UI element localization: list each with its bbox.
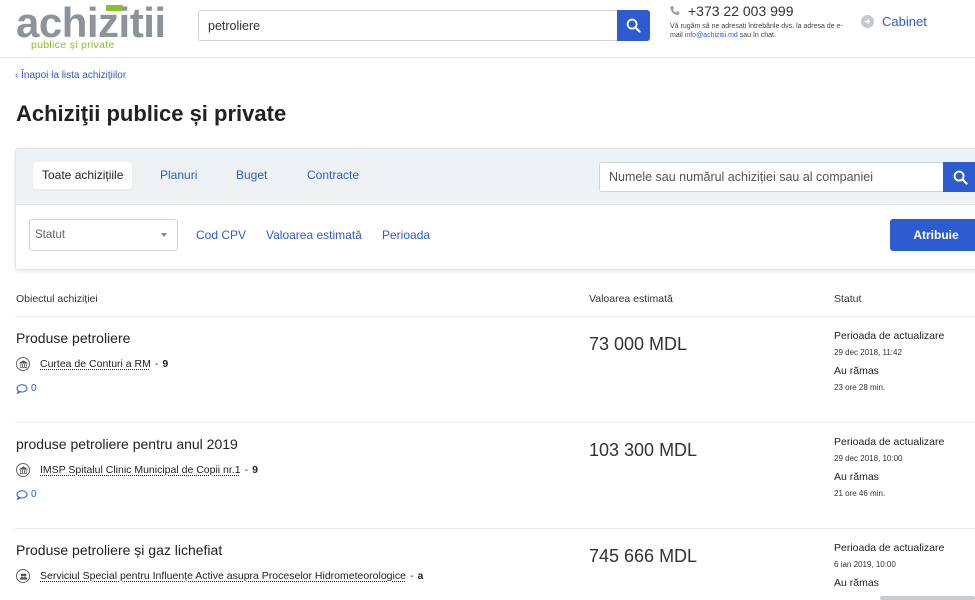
estimated-value: 745 666 MDL — [589, 546, 698, 566]
institution-icon — [16, 463, 30, 477]
estimated-value: 73 000 MDL — [589, 334, 688, 354]
contact-note-text-end: sau în chat. — [737, 32, 776, 39]
status-select-value: Statut — [35, 229, 66, 241]
procurement-row: produse petroliere pentru anul 2019 IMSP… — [0, 423, 975, 529]
scrollbar-thumb[interactable] — [880, 596, 975, 600]
contact-note: Vă rugăm să ne adresați întrebările dvs.… — [670, 22, 855, 40]
column-header-value: Valoarea estimată — [589, 293, 673, 305]
site-header: achizitii publice și private +373 22 003… — [0, 0, 975, 58]
apply-filters-button[interactable]: Atribuie — [890, 219, 975, 251]
caret-down-icon — [161, 233, 167, 237]
remaining-label: Au rămas — [834, 577, 879, 589]
procurement-search-button[interactable] — [943, 162, 975, 192]
logo-accent-bar — [106, 5, 123, 11]
status-label: Perioada de actualizare — [834, 542, 945, 554]
comments-link[interactable]: 0 — [16, 383, 37, 394]
estimated-value: 103 300 MDL — [589, 440, 698, 460]
organization-count: a — [417, 570, 424, 582]
organization-count: 9 — [162, 358, 169, 370]
users-icon — [16, 569, 30, 583]
global-search-button[interactable] — [617, 10, 650, 41]
tab-plans[interactable]: Planuri — [160, 162, 197, 189]
status-label: Perioada de actualizare — [834, 330, 945, 342]
procurement-organization: Curtea de Conturi a RM - 9 — [16, 357, 168, 371]
status-select[interactable]: Statut — [29, 219, 178, 251]
comments-link[interactable]: 0 — [16, 489, 37, 500]
global-search-field[interactable] — [198, 10, 618, 41]
filter-period[interactable]: Perioada — [382, 228, 430, 242]
organization-count: 9 — [252, 464, 258, 476]
page-title: Achiziţii publice și private — [16, 101, 287, 126]
procurement-organization: IMSP Spitalul Clinic Municipal de Copii … — [16, 463, 258, 477]
tab-budget[interactable]: Buget — [236, 162, 267, 189]
status-label: Perioada de actualizare — [834, 436, 945, 448]
remaining-label: Au rămas — [834, 471, 879, 483]
institution-icon — [16, 357, 30, 371]
remaining-time: 23 ore 28 min. — [834, 383, 886, 392]
comment-icon — [16, 489, 28, 500]
status-block: Perioada de actualizare 29 dec 2018, 11:… — [834, 330, 975, 392]
procurement-title-link[interactable]: Produse petroliere — [16, 330, 130, 346]
logo-tagline: publice și private — [31, 39, 115, 51]
procurement-search-input[interactable] — [600, 163, 944, 191]
tab-all-procurements[interactable]: Toate achizițiile — [33, 162, 133, 189]
column-header-status: Statut — [834, 293, 862, 305]
procurement-organization: Serviciul Special pentru Influențe Activ… — [16, 569, 423, 583]
search-icon — [626, 18, 641, 33]
organization-separator: - — [154, 358, 159, 370]
status-date: 29 dec 2018, 10:00 — [834, 454, 903, 463]
organization-separator: - — [244, 464, 249, 476]
cabinet-label: Cabinet — [882, 14, 927, 29]
procurement-title-link[interactable]: Produse petroliere și gaz lichefiat — [16, 542, 222, 558]
arrow-right-circle-icon — [861, 15, 874, 28]
status-date: 6 ian 2019, 10:00 — [834, 560, 896, 569]
filter-panel: Toate achizițiile Planuri Buget Contract… — [15, 148, 975, 270]
comment-icon — [16, 383, 28, 394]
remaining-time: 21 ore 46 min. — [834, 489, 886, 498]
procurement-row: Produse petroliere și gaz lichefiat Serv… — [0, 529, 975, 600]
filter-cpv-code[interactable]: Cod CPV — [196, 228, 246, 242]
organization-separator: - — [409, 570, 414, 582]
contact-email-link[interactable]: info@achizitii.md — [685, 32, 738, 39]
back-to-list-link[interactable]: ‹ Înapoi la lista achizițiilor — [15, 70, 126, 81]
column-header-object: Obiectul achiziției — [16, 293, 98, 305]
procurement-title-link[interactable]: produse petroliere pentru anul 2019 — [16, 436, 238, 452]
organization-link[interactable]: Curtea de Conturi a RM — [40, 358, 151, 370]
status-block: Perioada de actualizare 6 ian 2019, 10:0… — [834, 542, 975, 589]
phone-number[interactable]: +373 22 003 999 — [688, 3, 794, 19]
filter-estimated-value[interactable]: Valoarea estimată — [266, 228, 362, 242]
tab-contracts[interactable]: Contracte — [307, 162, 359, 189]
filter-panel-tabs-bar: Toate achizițiile Planuri Buget Contract… — [16, 149, 975, 205]
procurement-row: Produse petroliere Curtea de Conturi a R… — [0, 317, 975, 423]
comments-count: 0 — [31, 383, 37, 394]
comments-count: 0 — [31, 489, 37, 500]
procurement-search-field[interactable] — [599, 162, 944, 192]
organization-link[interactable]: IMSP Spitalul Clinic Municipal de Copii … — [40, 464, 241, 476]
cabinet-link[interactable]: Cabinet — [861, 14, 927, 29]
global-search-input[interactable] — [199, 11, 618, 40]
remaining-label: Au rămas — [834, 365, 879, 377]
status-block: Perioada de actualizare 29 dec 2018, 10:… — [834, 436, 975, 498]
status-date: 29 dec 2018, 11:42 — [834, 348, 902, 357]
phone-icon — [670, 6, 680, 16]
site-logo[interactable]: achizitii publice și private — [16, 0, 168, 53]
organization-link[interactable]: Serviciul Special pentru Influențe Activ… — [40, 570, 406, 582]
search-icon — [953, 170, 968, 185]
